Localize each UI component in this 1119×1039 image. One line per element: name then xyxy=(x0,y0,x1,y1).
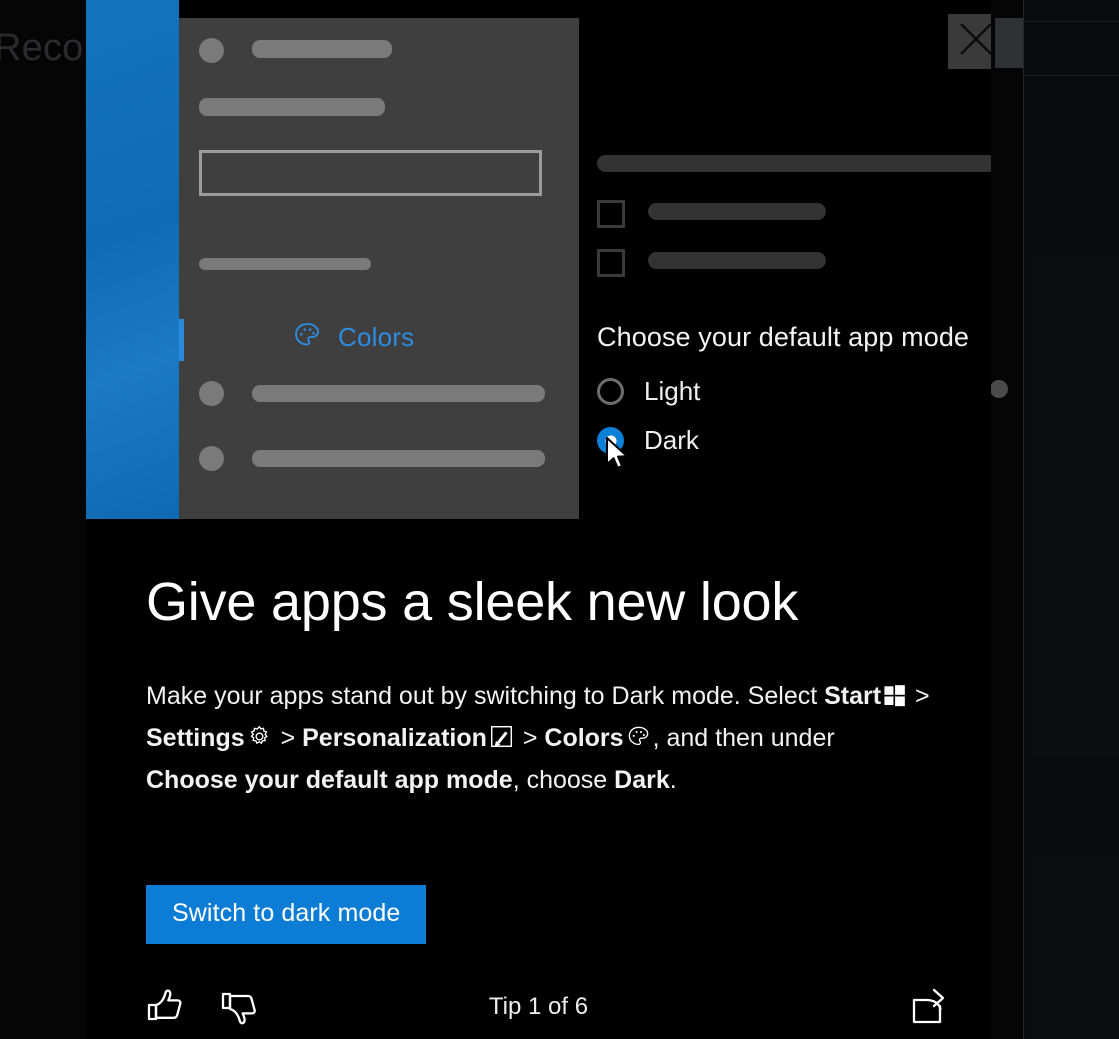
share-button[interactable] xyxy=(907,986,949,1028)
tip-text-sep3: > xyxy=(515,723,545,752)
background-dot xyxy=(990,380,1008,398)
radio-icon-light xyxy=(597,378,624,405)
tip-text-personalization: Personalization xyxy=(302,723,487,752)
placeholder-bar xyxy=(597,155,991,172)
mouse-pointer-icon xyxy=(605,437,631,471)
tip-text-start: Start xyxy=(824,681,882,710)
placeholder-bar xyxy=(252,385,545,402)
placeholder-avatar xyxy=(199,38,224,63)
placeholder-bar xyxy=(648,203,826,220)
palette-icon xyxy=(292,320,322,355)
personalization-brush-icon xyxy=(489,722,514,761)
background-divider xyxy=(1023,75,1119,76)
placeholder-checkbox xyxy=(597,200,625,228)
gear-icon xyxy=(247,722,272,761)
placeholder-bar xyxy=(252,40,392,58)
switch-to-dark-mode-button[interactable]: Switch to dark mode xyxy=(146,885,427,944)
screen: Reco Colors Choose your default app mode… xyxy=(0,0,1119,1039)
placeholder-bar xyxy=(199,98,385,116)
thumbs-down-icon xyxy=(216,992,262,1033)
placeholder-icon xyxy=(199,446,224,471)
placeholder-icon xyxy=(199,381,224,406)
tip-text-part1: Make your apps stand out by switching to… xyxy=(146,681,825,710)
like-button[interactable] xyxy=(142,984,188,1030)
illustration-radio-light[interactable]: Light xyxy=(597,376,700,407)
tip-illustration: Colors Choose your default app mode Ligh… xyxy=(86,0,991,519)
placeholder-bar xyxy=(252,450,545,467)
background-card xyxy=(1031,256,1119,756)
background-card xyxy=(1031,856,1119,1039)
illustration-settings-sidebar: Colors xyxy=(179,18,579,519)
tip-footer: Tip 1 of 6 xyxy=(86,974,991,1039)
tip-dialog: Colors Choose your default app mode Ligh… xyxy=(86,0,991,1039)
placeholder-search-box xyxy=(199,150,542,196)
page-title: Give apps a sleek new look xyxy=(146,572,799,632)
windows-logo-icon xyxy=(883,680,906,719)
placeholder-checkbox xyxy=(597,249,625,277)
dislike-button[interactable] xyxy=(216,984,262,1030)
background-divider xyxy=(1023,21,1119,22)
background-truncated-text: Reco xyxy=(0,27,84,69)
tip-text-settings: Settings xyxy=(146,723,245,752)
tip-text-part2: , and then under xyxy=(652,723,835,752)
tip-text-dark: Dark xyxy=(614,765,670,794)
background-vertical-divider xyxy=(1023,0,1024,1039)
tip-text-part3: , choose xyxy=(512,765,615,794)
illustration-accent-strip xyxy=(86,0,179,519)
placeholder-bar xyxy=(648,252,826,269)
illustration-radio-dark-label: Dark xyxy=(644,425,699,455)
close-icon xyxy=(957,20,991,63)
tip-content: Give apps a sleek new look Make your app… xyxy=(86,519,991,1024)
illustration-section-heading: Choose your default app mode xyxy=(597,322,970,352)
selected-item-accent xyxy=(179,319,184,361)
sidebar-item-colors[interactable]: Colors xyxy=(292,320,414,355)
tip-text-app-mode: Choose your default app mode xyxy=(146,765,513,794)
placeholder-bar xyxy=(199,258,371,270)
tip-description: Make your apps stand out by switching to… xyxy=(86,631,991,800)
sidebar-item-colors-label: Colors xyxy=(338,322,415,352)
thumbs-up-icon xyxy=(142,988,188,1033)
close-button[interactable] xyxy=(948,14,991,69)
tip-text-colors: Colors xyxy=(544,723,624,752)
tip-text-sep1: > xyxy=(908,681,930,710)
palette-icon xyxy=(626,722,651,761)
tip-text-sep2: > xyxy=(273,723,303,752)
tip-text-part4: . xyxy=(669,765,677,794)
background-swatch xyxy=(995,18,1023,68)
illustration-radio-light-label: Light xyxy=(644,376,701,406)
share-icon xyxy=(907,988,949,1031)
